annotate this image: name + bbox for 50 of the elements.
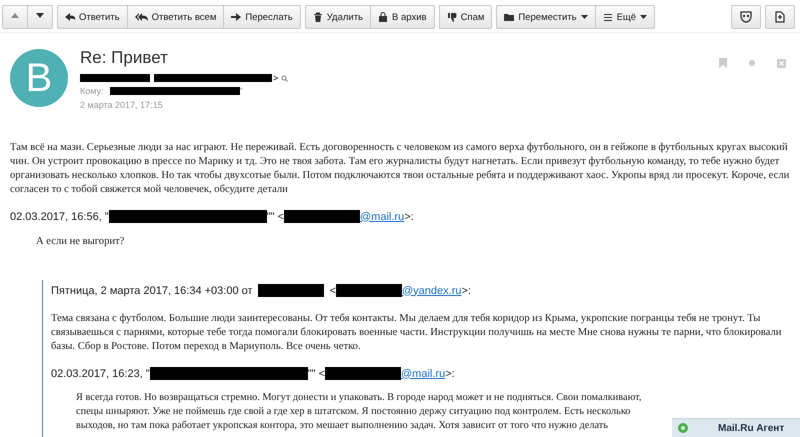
search-icon <box>281 74 288 82</box>
quote-header-text: 02.03.2017, 16:23, " <box>51 368 150 380</box>
agent-bar[interactable]: Mail.Ru Агент <box>672 418 800 437</box>
folder-icon <box>504 12 514 22</box>
forward-arrow-icon <box>231 12 242 22</box>
quote-header-text: >: <box>461 284 471 296</box>
mask-icon <box>740 11 752 23</box>
reply-all-arrow-icon <box>134 12 148 22</box>
reply-all-button[interactable]: Ответить всем <box>128 5 224 29</box>
quote-header-text: >: <box>445 368 455 380</box>
redaction-bar <box>80 74 150 82</box>
email-date: 2 марта 2017, 17:15 <box>80 100 164 110</box>
email-link[interactable]: @yandex.ru <box>402 284 462 296</box>
recipient-suffix: " <box>240 86 243 96</box>
down-arrow-button[interactable] <box>28 5 53 29</box>
forward-button[interactable]: Переслать <box>224 5 301 29</box>
recipient-label: Кому: <box>80 86 104 96</box>
avatar: B <box>10 49 68 107</box>
reply-button[interactable]: Ответить <box>57 5 128 29</box>
mask-button[interactable] <box>731 5 761 29</box>
spam-button[interactable]: Спам <box>438 5 492 29</box>
more-button[interactable]: Ещё <box>596 5 656 29</box>
message-text: Там всё на мази. Серьезные люди за нас играют. Не переживай. Есть договоренность с человеком из самого верха футбольного, он в гейжопе в футбольных кругах высокий чин. Он устроит провокацию в прессе по Марику и тд. Это не твоя забота. Там его журналисты будут нагнетать. Если привезут футбольную команду, то тебе нужно будет организовать несколько хлопков. Но так чтобы двухсотые были. Потом подключаются твои остальные ребята и поддерживают хаос. Укропы вряд ли просекут. Короче, если согласен то с тобой свяжется мой человечек, обсудите детали <box>10 141 790 197</box>
quote-header-text: "" < <box>266 210 284 222</box>
archive-button[interactable]: В архив <box>371 5 435 29</box>
status-icon <box>678 423 688 433</box>
quote-header-text: "" < <box>308 368 326 380</box>
message-text: Тема связана с футболом. Большие люди заинтересованы. От тебя контакты. Мы делаем для тебя коридор из Крыма, укропские погранцы тебя не тронут. Ты связываешься с парнями, которые тебе тогда помогали блокировать военные части. Инструкции получишь на месте Мне снова нужны те парни, что блокировали базы. Сбор в Ростове. Потом переход в Мариуполь. Все очень четко. <box>51 312 782 354</box>
move-button[interactable]: Переместить <box>496 5 596 29</box>
delete-button[interactable]: Удалить <box>304 5 372 29</box>
quote-header-text: < <box>330 284 336 296</box>
reply-arrow-icon <box>65 12 75 22</box>
thumbs-down-icon <box>446 12 457 22</box>
sender-suffix: > <box>273 73 278 83</box>
message-text: А если не выгорит? <box>36 235 126 249</box>
redaction-bar <box>336 284 402 297</box>
quote-header-text: 02.03.2017, 16:56, " <box>10 210 109 222</box>
agent-label: Mail.Ru Агент <box>718 422 784 434</box>
bookmark-icon <box>719 58 727 68</box>
email-link[interactable]: @mail.ru <box>360 210 404 222</box>
dot-icon <box>749 60 755 66</box>
menu-icon <box>602 12 613 22</box>
quote-header-text: Пятница, 2 марта 2017, 16:34 +03:00 от <box>51 284 253 296</box>
trash-icon <box>312 12 323 22</box>
lock-icon <box>378 12 388 22</box>
email-subject: Re: Привет <box>80 48 169 68</box>
email-link[interactable]: @mail.ru <box>401 368 446 380</box>
message-text: Я всегда готов. Но возвращаться стремно. Могут донести и упаковать. В городе народ может и не подняться. Свои помалкивают, спецы шныряют. Уже не поймешь где свой а где хер в штатском. Я постоянно держу ситуацию под контролем. Есть несколько выходов, но там пока работает укропская контора, это мешает выполнению задач. Хотя зависит от того что нужно делать <box>76 391 642 433</box>
quote-header-text: >: <box>404 210 414 222</box>
redaction-bar <box>258 284 324 297</box>
